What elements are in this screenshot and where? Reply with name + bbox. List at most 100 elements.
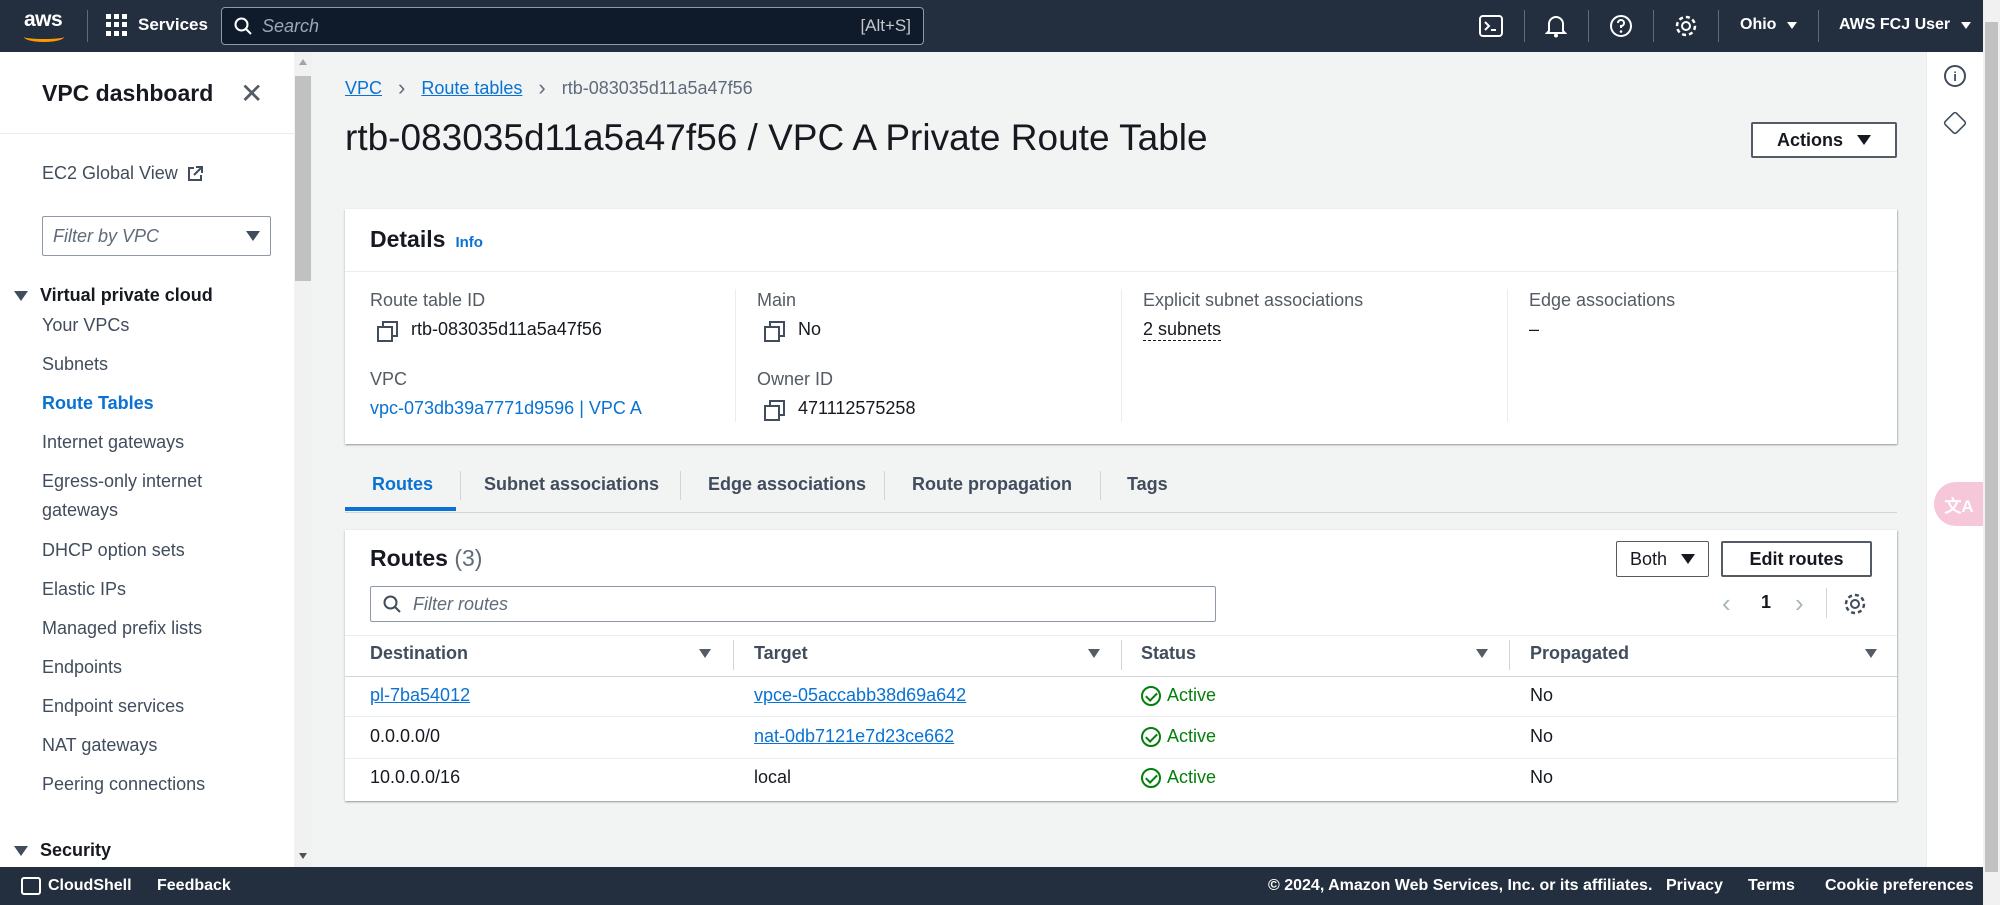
sidebar-item-egress-only-internet-gateways[interactable]: Egress-only internet gateways [42, 467, 242, 525]
target-link[interactable]: vpce-05accabb38d69a642 [754, 685, 966, 705]
divider [1588, 10, 1589, 42]
status-badge: Active [1141, 726, 1216, 747]
column-resizer[interactable] [1121, 640, 1122, 670]
owner-id-value: 471112575258 [764, 398, 915, 421]
both-select[interactable]: Both [1616, 541, 1709, 577]
vpc-link[interactable]: vpc-073db39a7771d9596 | VPC A [370, 398, 642, 419]
tab-tags[interactable]: Tags [1127, 474, 1168, 495]
section-security[interactable]: Security [14, 840, 111, 861]
active-tab-indicator [345, 507, 456, 511]
column-resizer[interactable] [1509, 640, 1510, 670]
edit-routes-button[interactable]: Edit routes [1721, 541, 1872, 577]
sidebar-item-elastic-ips[interactable]: Elastic IPs [42, 575, 242, 604]
cloudshell-link[interactable]: CloudShell [48, 877, 132, 895]
sidebar-item-endpoints[interactable]: Endpoints [42, 653, 242, 682]
explicit-subnet-associations-value: 2 subnets [1143, 319, 1222, 341]
sort-caret-icon[interactable] [699, 649, 711, 658]
sidebar-item-nat-gateways[interactable]: NAT gateways [42, 731, 242, 760]
sidebar-item-endpoint-services[interactable]: Endpoint services [42, 692, 242, 721]
info-icon[interactable]: i [1944, 65, 1966, 87]
filter-by-vpc-select[interactable]: Filter by VPC [42, 216, 271, 256]
divider [0, 133, 294, 134]
page-number[interactable]: 1 [1761, 592, 1771, 613]
search-input[interactable]: Search [Alt+S] [221, 7, 924, 45]
cloudshell-icon[interactable] [21, 877, 41, 895]
route-table-id-label: Route table ID [370, 290, 486, 310]
check-circle-icon [1141, 767, 1161, 788]
aws-logo[interactable]: aws [22, 8, 68, 44]
grid-icon [106, 14, 128, 36]
region-selector[interactable]: Ohio [1740, 16, 1797, 34]
sidebar-item-route-tables[interactable]: Route Tables [42, 389, 242, 418]
cookie-preferences-link[interactable]: Cookie preferences [1825, 877, 1974, 895]
copy-icon[interactable] [764, 320, 785, 342]
subnets-popover-link[interactable]: 2 subnets [1143, 319, 1222, 341]
tab-edge-associations[interactable]: Edge associations [708, 474, 866, 495]
cloudshell-icon[interactable] [1478, 13, 1504, 39]
tab-routes[interactable]: Routes [372, 474, 433, 495]
copyright-text: © 2024, Amazon Web Services, Inc. or its… [1268, 877, 1653, 894]
sort-caret-icon[interactable] [1865, 649, 1877, 658]
breadcrumb-route-tables[interactable]: Route tables [421, 78, 522, 99]
sidebar-item-managed-prefix-lists[interactable]: Managed prefix lists [42, 614, 242, 643]
table-row-divider [345, 758, 1897, 759]
column-header-propagated[interactable]: Propagated [1530, 643, 1629, 664]
scrollbar-thumb[interactable] [295, 76, 311, 281]
target-link[interactable]: nat-0db7121e7d23ce662 [754, 726, 954, 746]
caret-down-icon [1786, 22, 1797, 29]
scrollbar-thumb[interactable] [1985, 22, 1998, 872]
page-scrollbar[interactable] [1983, 0, 2000, 905]
column-resizer[interactable] [733, 640, 734, 670]
help-icon[interactable] [1608, 13, 1634, 39]
divider [1826, 588, 1827, 618]
divider [87, 10, 88, 42]
ec2-global-view-link[interactable]: EC2 Global View [42, 163, 204, 184]
copy-icon[interactable] [764, 399, 785, 421]
settings-icon[interactable] [1673, 13, 1699, 39]
user-menu[interactable]: AWS FCJ User [1839, 16, 1971, 34]
main-label: Main [757, 290, 797, 310]
feedback-link[interactable]: Feedback [157, 877, 231, 895]
column-header-status[interactable]: Status [1141, 643, 1196, 664]
preferences-gear-icon[interactable] [1843, 592, 1867, 621]
hexagon-icon[interactable] [1942, 110, 1968, 136]
sort-caret-icon[interactable] [1476, 649, 1488, 658]
chevron-right-icon[interactable]: › [1795, 588, 1804, 619]
filter-routes-input[interactable]: Filter routes [370, 586, 1216, 622]
chevron-left-icon[interactable]: ‹ [1722, 588, 1731, 619]
bell-icon[interactable] [1543, 13, 1569, 39]
translate-icon[interactable]: 文A [1934, 482, 1984, 526]
divider [345, 676, 1897, 677]
sidebar-item-dhcp-option-sets[interactable]: DHCP option sets [42, 536, 242, 565]
table-cell-target: local [754, 767, 792, 787]
scroll-down-icon[interactable] [299, 853, 307, 859]
divider [680, 471, 681, 500]
chevron-right-icon: › [538, 75, 546, 100]
sidebar-item-your-vpcs[interactable]: Your VPCs [42, 311, 242, 340]
sidebar-item-peering-connections[interactable]: Peering connections [42, 770, 242, 799]
column-header-target[interactable]: Target [754, 643, 808, 664]
tab-subnet-associations[interactable]: Subnet associations [484, 474, 659, 495]
actions-button[interactable]: Actions [1751, 122, 1897, 158]
check-circle-icon [1141, 685, 1161, 706]
scroll-up-icon[interactable] [299, 59, 307, 65]
vpc-label: VPC [370, 369, 408, 389]
top-navigation: aws Services Search [Alt+S] Ohio AWS FCJ… [0, 0, 2000, 52]
copy-icon[interactable] [377, 320, 398, 342]
sort-caret-icon[interactable] [1088, 649, 1100, 658]
section-virtual-private-cloud[interactable]: Virtual private cloud [14, 285, 213, 306]
sidebar-item-subnets[interactable]: Subnets [42, 350, 242, 379]
sidebar-scrollbar[interactable] [294, 52, 312, 867]
info-link[interactable]: Info [455, 234, 483, 251]
caret-down-icon [14, 290, 28, 301]
divider [460, 471, 461, 500]
column-header-destination[interactable]: Destination [370, 643, 468, 664]
sidebar-item-internet-gateways[interactable]: Internet gateways [42, 428, 242, 457]
prefix-list-link[interactable]: pl-7ba54012 [370, 685, 470, 705]
tab-route-propagation[interactable]: Route propagation [912, 474, 1072, 495]
close-icon[interactable]: ✕ [240, 80, 263, 108]
privacy-link[interactable]: Privacy [1666, 877, 1723, 895]
breadcrumb-vpc[interactable]: VPC [345, 78, 382, 99]
terms-link[interactable]: Terms [1748, 877, 1795, 895]
services-menu[interactable]: Services [106, 14, 208, 36]
